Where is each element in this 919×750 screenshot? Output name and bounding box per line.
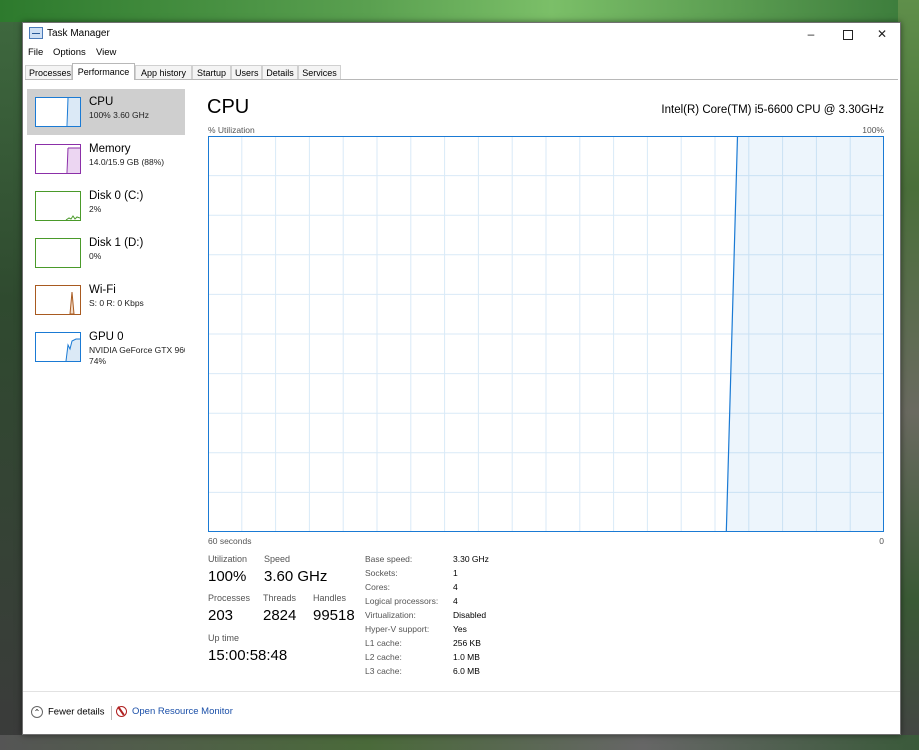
memory-sparkline xyxy=(66,147,80,173)
disk0-sparkline xyxy=(65,215,80,220)
processes-value: 203 xyxy=(208,607,234,624)
open-resource-monitor-link[interactable]: Open Resource Monitor xyxy=(116,706,233,717)
maximize-icon xyxy=(843,29,853,40)
task-manager-icon xyxy=(29,27,43,39)
maximize-button[interactable] xyxy=(831,23,865,45)
graph-y-label: % Utilization xyxy=(208,125,255,135)
threads-label: Threads xyxy=(263,593,297,603)
spec-value: 3.30 GHz xyxy=(453,554,489,564)
spec-value: Yes xyxy=(453,624,467,634)
menu-view[interactable]: View xyxy=(96,47,116,58)
fewer-details-button[interactable]: ⌃ Fewer details xyxy=(31,706,105,718)
spec-label: L2 cache: xyxy=(365,652,402,662)
sidebar-item-label: CPU xyxy=(89,96,114,108)
graph-x-end: 0 xyxy=(879,536,884,546)
sidebar-item-value: 100% 3.60 GHz xyxy=(89,110,150,120)
spec-value: 256 KB xyxy=(453,638,481,648)
spec-label: Virtualization: xyxy=(365,610,416,620)
sidebar-item-wifi[interactable]: Wi-Fi S: 0 R: 0 Kbps xyxy=(27,277,185,323)
threads-value: 2824 xyxy=(263,607,297,624)
spec-value: 4 xyxy=(453,582,458,592)
chevron-up-icon: ⌃ xyxy=(31,706,43,718)
desktop-top-strip xyxy=(0,0,919,22)
gpu0-thumbnail xyxy=(35,332,81,362)
sidebar-item-cpu[interactable]: CPU 100% 3.60 GHz xyxy=(27,89,185,135)
memory-thumbnail xyxy=(35,144,81,174)
handles-label: Handles xyxy=(313,593,347,603)
sidebar-item-value: NVIDIA GeForce GTX 960 xyxy=(89,345,185,355)
sidebar-item-value: 14.0/15.9 GB (88%) xyxy=(89,157,165,167)
uptime-label: Up time xyxy=(208,633,240,643)
spec-value: 4 xyxy=(453,596,458,606)
spec-label: Logical processors: xyxy=(365,596,439,606)
spec-value: 1 xyxy=(453,568,458,578)
gpu0-sparkline xyxy=(65,338,80,361)
tab-users[interactable]: Users xyxy=(231,65,262,79)
tab-processes[interactable]: Processes xyxy=(25,65,72,79)
spec-label: Hyper-V support: xyxy=(365,624,430,634)
menu-file[interactable]: File xyxy=(28,47,43,58)
desktop-bottom-strip xyxy=(0,735,919,750)
sidebar-item-gpu0[interactable]: GPU 0 NVIDIA GeForce GTX 960 74% xyxy=(27,324,185,370)
page-title: CPU xyxy=(207,96,250,118)
sidebar-item-value: 2% xyxy=(89,204,102,214)
tab-performance[interactable]: Performance xyxy=(72,63,135,80)
window-title: Task Manager xyxy=(47,28,110,39)
tab-app-history[interactable]: App history xyxy=(135,65,192,79)
spec-value: 1.0 MB xyxy=(453,652,480,662)
menu-options[interactable]: Options xyxy=(53,47,86,58)
task-manager-window: Task Manager – ✕ File Options View Proce… xyxy=(22,22,901,735)
spec-label: L1 cache: xyxy=(365,638,402,648)
resource-monitor-label: Open Resource Monitor xyxy=(132,706,233,718)
tab-startup[interactable]: Startup xyxy=(192,65,231,79)
graph-y-max: 100% xyxy=(862,125,884,135)
fewer-details-label: Fewer details xyxy=(48,706,105,718)
sidebar-item-label: Disk 1 (D:) xyxy=(89,237,144,249)
spec-label: Sockets: xyxy=(365,568,398,578)
tab-details[interactable]: Details xyxy=(262,65,298,79)
cpu-model-name: Intel(R) Core(TM) i5-6600 CPU @ 3.30GHz xyxy=(661,104,884,116)
disk0-thumbnail xyxy=(35,191,81,221)
sidebar-item-value: 0% xyxy=(89,251,102,261)
wifi-thumbnail xyxy=(35,285,81,315)
cpu-thumbnail xyxy=(35,97,81,127)
processes-label: Processes xyxy=(208,593,251,603)
graph-x-start: 60 seconds xyxy=(208,536,252,546)
resource-sidebar: CPU 100% 3.60 GHz Memory 14.0/15.9 GB (8… xyxy=(25,81,187,681)
handles-value: 99518 xyxy=(313,607,355,624)
spec-value: Disabled xyxy=(453,610,487,620)
minimize-button[interactable]: – xyxy=(794,23,828,45)
spec-value: 6.0 MB xyxy=(453,666,480,676)
utilization-value: 100% xyxy=(208,568,247,585)
sidebar-item-value-2: 74% xyxy=(89,356,107,366)
title-bar[interactable]: Task Manager – ✕ xyxy=(23,23,900,45)
footer-divider xyxy=(23,691,900,692)
sidebar-item-label: Wi-Fi xyxy=(89,284,116,296)
sidebar-item-disk1[interactable]: Disk 1 (D:) 0% xyxy=(27,230,185,276)
disk1-thumbnail xyxy=(35,238,81,268)
sidebar-item-memory[interactable]: Memory 14.0/15.9 GB (88%) xyxy=(27,136,185,182)
wifi-sparkline xyxy=(69,291,75,314)
speed-label: Speed xyxy=(264,554,291,564)
cpu-sparkline xyxy=(66,98,80,126)
footer-separator xyxy=(111,706,112,720)
tab-services[interactable]: Services xyxy=(298,65,341,79)
sidebar-item-label: GPU 0 xyxy=(89,331,124,343)
cpu-utilization-graph xyxy=(208,136,884,532)
sidebar-item-label: Memory xyxy=(89,143,131,155)
desktop-right-strip xyxy=(898,0,919,750)
spec-label: Base speed: xyxy=(365,554,413,564)
uptime-value: 15:00:58:48 xyxy=(208,647,288,664)
spec-label: Cores: xyxy=(365,582,391,592)
tab-divider xyxy=(25,79,898,80)
speed-value: 3.60 GHz xyxy=(264,568,328,585)
close-button[interactable]: ✕ xyxy=(865,23,899,45)
spec-label: L3 cache: xyxy=(365,666,402,676)
sidebar-item-label: Disk 0 (C:) xyxy=(89,190,144,202)
sidebar-item-value: S: 0 R: 0 Kbps xyxy=(89,298,144,308)
sidebar-item-disk0[interactable]: Disk 0 (C:) 2% xyxy=(27,183,185,229)
utilization-label: Utilization xyxy=(208,554,248,564)
resource-monitor-icon xyxy=(116,706,127,717)
